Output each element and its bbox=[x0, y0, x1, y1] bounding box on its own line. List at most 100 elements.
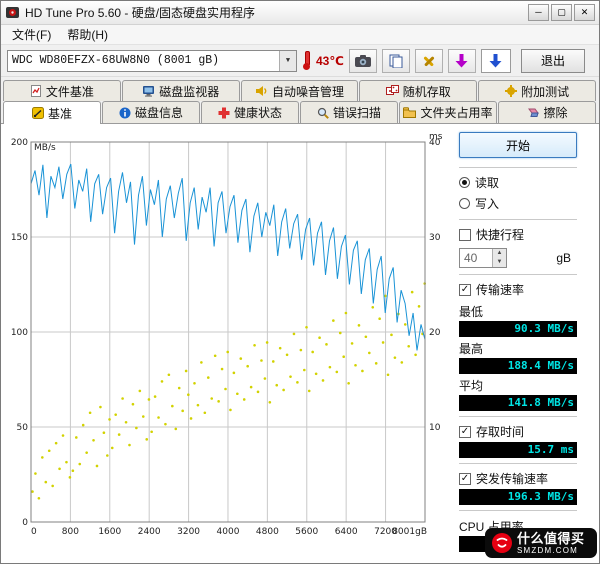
window-title: HD Tune Pro 5.60 - 硬盘/固态硬盘实用程序 bbox=[25, 6, 256, 20]
benchmark-icon bbox=[31, 107, 44, 119]
drive-select-value: WDC WD80EFZX-68UW8N0 (8001 gB) bbox=[12, 54, 220, 67]
read-radio-row[interactable]: 读取 bbox=[459, 174, 577, 191]
tab-label: 基准 bbox=[47, 106, 72, 121]
toolbar: WDC WD80EFZX-68UW8N0 (8001 gB) ▼ 43℃ 退出 bbox=[1, 45, 599, 77]
burst-rate-value: 196.3 MB/s bbox=[459, 489, 577, 505]
screenshot-button[interactable] bbox=[348, 48, 377, 73]
write-radio-row[interactable]: 写入 bbox=[459, 195, 577, 212]
tab-label: 自动噪音管理 bbox=[271, 84, 344, 99]
transfer-rate-checkbox[interactable]: ✓ bbox=[459, 283, 471, 296]
close-button[interactable]: ✕ bbox=[574, 4, 595, 21]
tab-row-primary: 基准 磁盘信息 健康状态 错误扫描 文件夹占用率 擦除 bbox=[1, 101, 599, 124]
tab-row-secondary: 文件基准 磁盘监视器 自动噪音管理 随机存取 附加测试 bbox=[1, 80, 599, 101]
tab-label: 磁盘监视器 bbox=[159, 84, 220, 99]
menu-file[interactable]: 文件(F) bbox=[4, 24, 59, 45]
disk-monitor-icon bbox=[143, 86, 155, 97]
drive-select[interactable]: WDC WD80EFZX-68UW8N0 (8001 gB) ▼ bbox=[7, 49, 297, 72]
tab-label: 擦除 bbox=[543, 106, 568, 120]
tab-label: 文件基准 bbox=[45, 84, 94, 99]
tab-benchmark[interactable]: 基准 bbox=[3, 101, 101, 124]
read-label: 读取 bbox=[475, 176, 500, 190]
tab-label: 磁盘信息 bbox=[134, 106, 183, 120]
dice-icon bbox=[385, 85, 399, 95]
shortstroke-size-value: 40 bbox=[464, 251, 478, 265]
folder-icon bbox=[403, 107, 417, 118]
tab-extra-tests[interactable]: 附加测试 bbox=[478, 80, 596, 101]
menubar: 文件(F) 帮助(H) bbox=[1, 25, 599, 45]
svg-text:100: 100 bbox=[11, 328, 28, 338]
svg-text:MB/s: MB/s bbox=[34, 143, 56, 153]
svg-text:5600: 5600 bbox=[295, 527, 318, 537]
burst-rate-checkbox[interactable]: ✓ bbox=[459, 472, 471, 485]
titlebar: HD Tune Pro 5.60 - 硬盘/固态硬盘实用程序 ─ ▢ ✕ bbox=[1, 1, 599, 25]
shortstroke-label: 快捷行程 bbox=[476, 228, 525, 242]
svg-text:1600: 1600 bbox=[98, 527, 121, 537]
chevron-down-icon: ▼ bbox=[279, 50, 296, 71]
tab-random-access[interactable]: 随机存取 bbox=[359, 80, 478, 101]
start-button[interactable]: 开始 bbox=[459, 132, 577, 158]
tab-label: 随机存取 bbox=[402, 84, 451, 99]
magnifier-icon bbox=[317, 107, 329, 119]
access-time-label: 存取时间 bbox=[476, 425, 525, 439]
transfer-rate-row[interactable]: ✓ 传输速率 bbox=[459, 281, 577, 298]
shortstroke-checkbox[interactable] bbox=[459, 228, 471, 241]
svg-text:0: 0 bbox=[22, 518, 28, 528]
svg-text:4000: 4000 bbox=[217, 527, 240, 537]
access-time-value: 15.7 ms bbox=[459, 442, 577, 458]
svg-text:200: 200 bbox=[11, 138, 28, 148]
shortstroke-row[interactable]: 快捷行程 bbox=[459, 226, 577, 243]
svg-text:4800: 4800 bbox=[256, 527, 279, 537]
tab-disk-monitor[interactable]: 磁盘监视器 bbox=[121, 80, 240, 101]
divider bbox=[459, 274, 577, 275]
access-time-row[interactable]: ✓ 存取时间 bbox=[459, 423, 577, 440]
min-label: 最低 bbox=[459, 305, 484, 319]
tab-folder-usage[interactable]: 文件夹占用率 bbox=[399, 101, 497, 123]
divider bbox=[459, 416, 577, 417]
svg-text:ms: ms bbox=[429, 132, 443, 142]
divider bbox=[459, 463, 577, 464]
spinner[interactable]: ▲ ▼ bbox=[492, 249, 506, 267]
download-panel[interactable] bbox=[480, 48, 511, 73]
tab-label: 健康状态 bbox=[233, 106, 282, 120]
access-time-checkbox[interactable]: ✓ bbox=[459, 425, 471, 438]
spinner-up-icon[interactable]: ▲ bbox=[493, 249, 506, 258]
eraser-icon bbox=[528, 108, 540, 117]
minimize-button[interactable]: ─ bbox=[528, 4, 549, 21]
blue-arrow-down-icon bbox=[489, 53, 502, 67]
tab-error-scan[interactable]: 错误扫描 bbox=[300, 101, 398, 123]
divider bbox=[459, 219, 577, 220]
exit-button[interactable]: 退出 bbox=[521, 48, 585, 73]
hdtune-window: HD Tune Pro 5.60 - 硬盘/固态硬盘实用程序 ─ ▢ ✕ 文件(… bbox=[0, 0, 600, 564]
tab-disk-info[interactable]: 磁盘信息 bbox=[102, 101, 200, 123]
write-radio[interactable] bbox=[459, 198, 470, 209]
benchmark-controls: 开始 读取 写入 快捷行程 40 ▲ ▼ gB ✓ 传输速率 最低 90.3 M… bbox=[459, 128, 579, 559]
temperature-value: 43℃ bbox=[316, 53, 344, 68]
min-value: 90.3 MB/s bbox=[459, 321, 577, 337]
burst-rate-label: 突发传输速率 bbox=[476, 472, 549, 486]
burst-rate-row[interactable]: ✓ 突发传输速率 bbox=[459, 470, 577, 487]
svg-text:50: 50 bbox=[17, 423, 29, 433]
shortstroke-size-input[interactable]: 40 ▲ ▼ bbox=[459, 248, 507, 268]
tab-health[interactable]: 健康状态 bbox=[201, 101, 299, 123]
file-benchmark-icon bbox=[30, 85, 41, 97]
tab-erase[interactable]: 擦除 bbox=[498, 101, 596, 123]
menu-help[interactable]: 帮助(H) bbox=[59, 24, 116, 45]
tab-aam[interactable]: 自动噪音管理 bbox=[240, 80, 359, 101]
benchmark-panel: 50 100 150 200 0 MB/s 10 20 30 40 ms 0 800 1600 2400 32… bbox=[1, 123, 599, 563]
smzdm-logo-icon bbox=[492, 533, 512, 553]
benchmark-chart: 501001502000MB/s10203040ms0 800 1600 2400 32… bbox=[11, 132, 443, 537]
transfer-rate-label: 传输速率 bbox=[476, 283, 525, 297]
smzdm-watermark: 什么值得买 SMZDM.COM bbox=[485, 528, 597, 558]
write-label: 写入 bbox=[475, 197, 500, 211]
read-radio[interactable] bbox=[459, 177, 470, 188]
svg-text:8001gB: 8001gB bbox=[392, 527, 427, 537]
save-results-button[interactable] bbox=[447, 48, 476, 73]
spinner-down-icon[interactable]: ▼ bbox=[493, 258, 506, 267]
copy-button[interactable] bbox=[381, 48, 410, 73]
gear-icon bbox=[505, 85, 518, 97]
options-button[interactable] bbox=[414, 48, 443, 73]
tab-label: 文件夹占用率 bbox=[420, 106, 493, 120]
maximize-button[interactable]: ▢ bbox=[551, 4, 572, 21]
tab-file-benchmark[interactable]: 文件基准 bbox=[3, 80, 121, 101]
shortstroke-unit-label: gB bbox=[556, 251, 571, 265]
